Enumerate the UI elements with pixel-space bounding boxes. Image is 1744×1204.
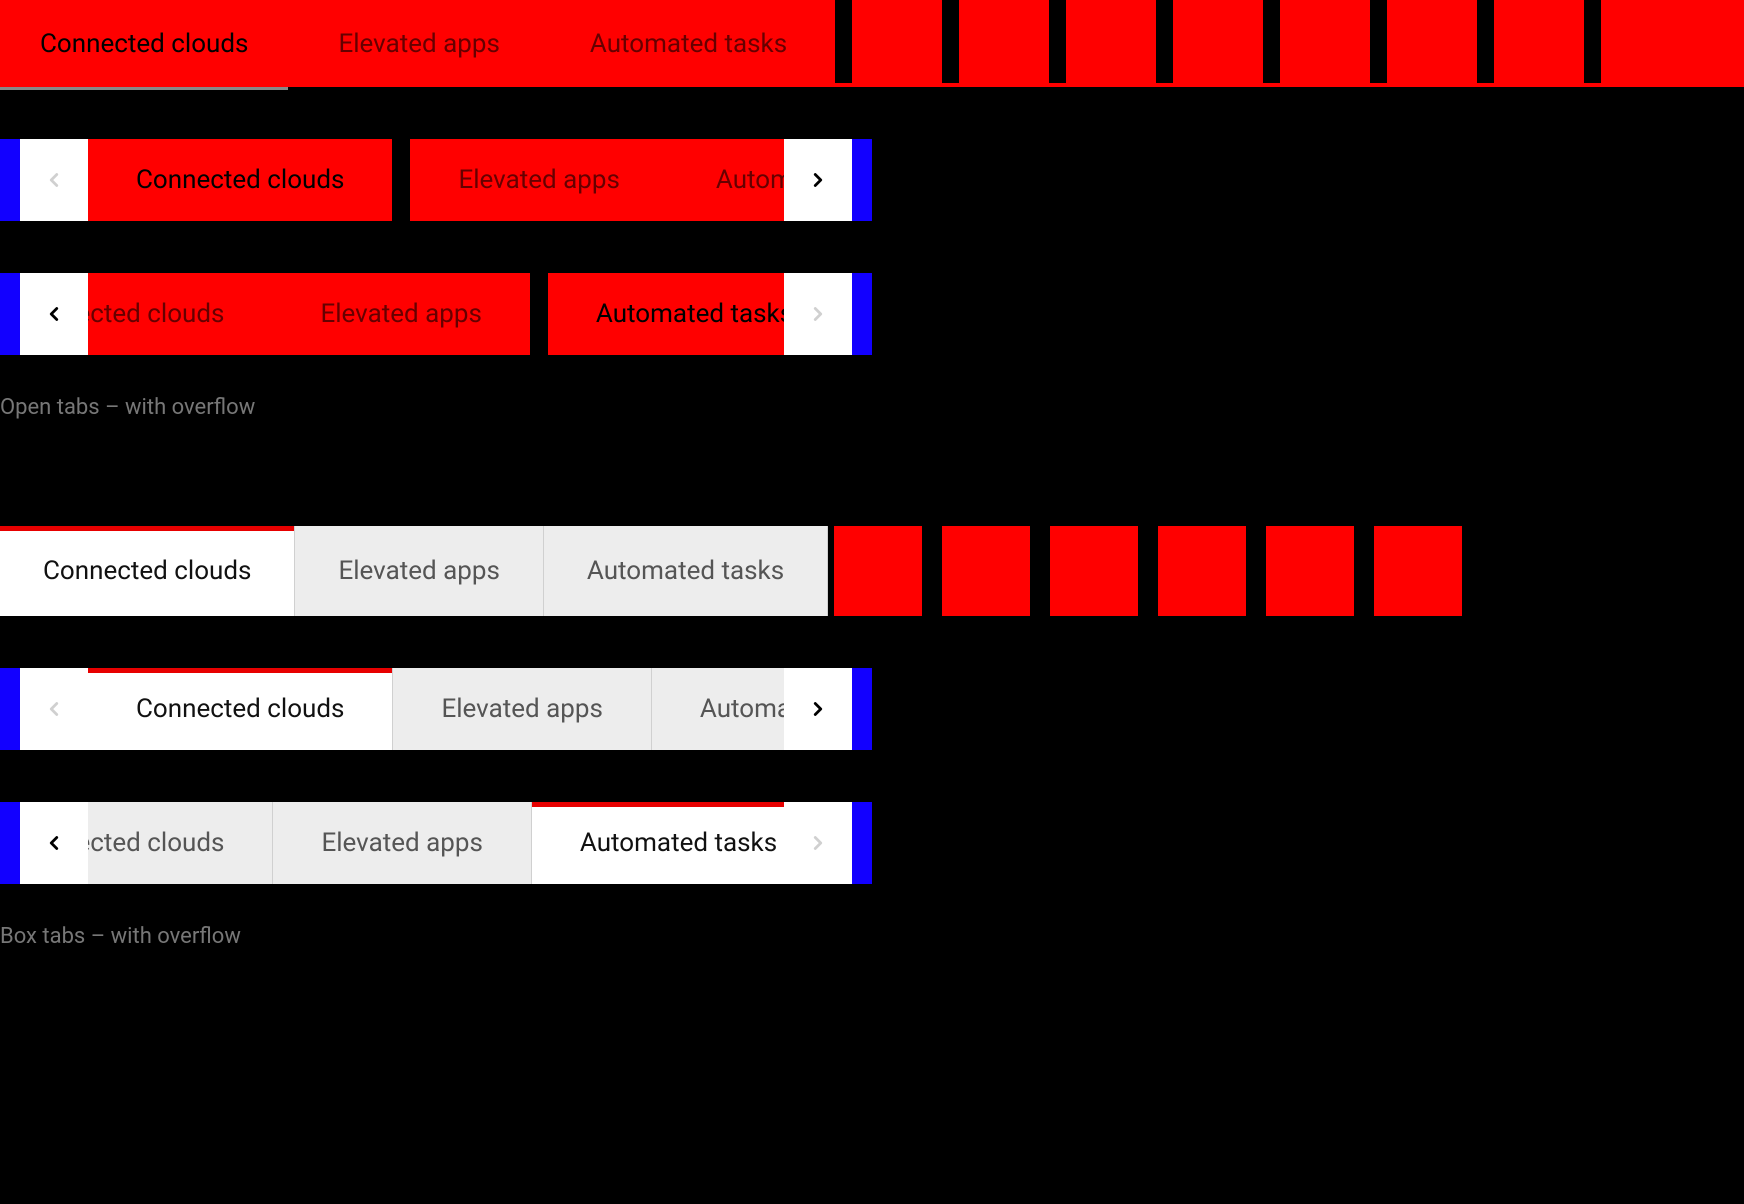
scroll-right-button[interactable] xyxy=(784,802,852,884)
tab-scroll-track: Connected clouds Elevated apps Automated… xyxy=(88,802,784,884)
tab-label: Elevated apps xyxy=(338,556,499,586)
decorative-seam xyxy=(392,139,410,221)
decorative-seam xyxy=(530,273,548,355)
box-tabs-scroller-start: Connected clouds Elevated apps Automated… xyxy=(0,668,872,750)
tab-label: Automated tasks xyxy=(580,828,777,858)
decorative-edge xyxy=(0,139,20,221)
scroll-left-button[interactable] xyxy=(20,668,88,750)
tab-scroll-track: Connected clouds Elevated apps Automated… xyxy=(88,273,784,355)
section-label-box-overflow: Box tabs – with overflow xyxy=(0,924,1744,949)
chevron-left-icon xyxy=(43,698,65,720)
tab-label: Elevated apps xyxy=(321,828,482,858)
tab-label: Automated tasks xyxy=(716,165,784,195)
boxtab-elevated-apps[interactable]: Elevated apps xyxy=(295,526,543,616)
tab-label: Connected clouds xyxy=(43,556,251,586)
boxtab-automated-tasks[interactable]: Automated tasks xyxy=(652,668,784,750)
tab-automated-tasks[interactable]: Automated tasks xyxy=(548,273,784,355)
chevron-right-icon xyxy=(807,303,829,325)
tab-label: Connected clouds xyxy=(88,828,224,858)
boxtab-connected-clouds[interactable]: Connected clouds xyxy=(88,668,393,750)
tab-connected-clouds[interactable]: Connected clouds xyxy=(88,139,392,221)
box-tabs-group: Connected clouds Elevated apps Automated… xyxy=(0,526,1744,616)
boxtab-elevated-apps[interactable]: Elevated apps xyxy=(393,668,651,750)
tab-label: Automated tasks xyxy=(590,29,787,59)
decorative-edge xyxy=(0,802,20,884)
open-tabs-group: Connected clouds Elevated apps Automated… xyxy=(0,0,1744,87)
tab-connected-clouds[interactable]: Connected clouds xyxy=(88,273,272,355)
scroll-left-button[interactable] xyxy=(20,802,88,884)
decorative-edge xyxy=(852,802,872,884)
open-tabs-scroller-start: Connected clouds Elevated apps Automated… xyxy=(0,139,872,221)
chevron-left-icon xyxy=(43,303,65,325)
boxtab-automated-tasks[interactable]: Automated tasks xyxy=(544,526,828,616)
tab-label: Connected clouds xyxy=(136,165,344,195)
tab-label: Automated tasks xyxy=(700,694,784,724)
tab-automated-tasks[interactable]: Automated tasks xyxy=(668,139,784,221)
boxtab-connected-clouds[interactable]: Connected clouds xyxy=(88,802,273,884)
tab-label: Elevated apps xyxy=(320,299,481,329)
tab-label: Elevated apps xyxy=(441,694,602,724)
tab-elevated-apps[interactable]: Elevated apps xyxy=(298,0,539,87)
chevron-right-icon xyxy=(807,169,829,191)
tab-label: Connected clouds xyxy=(40,29,248,59)
tab-label: Elevated apps xyxy=(458,165,619,195)
tab-elevated-apps[interactable]: Elevated apps xyxy=(272,273,529,355)
tab-label: Connected clouds xyxy=(88,299,224,329)
decorative-edge xyxy=(852,139,872,221)
tab-connected-clouds[interactable]: Connected clouds xyxy=(0,0,288,87)
box-tabs-scroller-end: Connected clouds Elevated apps Automated… xyxy=(0,802,872,884)
open-tabs-scroller-end: Connected clouds Elevated apps Automated… xyxy=(0,273,872,355)
decorative-edge xyxy=(852,273,872,355)
tab-label: Automated tasks xyxy=(587,556,784,586)
chevron-right-icon xyxy=(807,698,829,720)
boxtab-elevated-apps[interactable]: Elevated apps xyxy=(273,802,531,884)
tab-scroll-track: Connected clouds Elevated apps Automated… xyxy=(88,139,784,221)
chevron-right-icon xyxy=(807,832,829,854)
tab-scroll-track: Connected clouds Elevated apps Automated… xyxy=(88,668,784,750)
scroll-right-button[interactable] xyxy=(784,668,852,750)
scroll-left-button[interactable] xyxy=(20,273,88,355)
decorative-edge xyxy=(0,273,20,355)
decorative-edge xyxy=(0,668,20,750)
scroll-right-button[interactable] xyxy=(784,139,852,221)
scroll-right-button[interactable] xyxy=(784,273,852,355)
boxtab-connected-clouds[interactable]: Connected clouds xyxy=(0,526,295,616)
boxtab-automated-tasks[interactable]: Automated tasks xyxy=(532,802,784,884)
tab-label: Elevated apps xyxy=(338,29,499,59)
decorative-edge xyxy=(852,668,872,750)
section-label-open-overflow: Open tabs – with overflow xyxy=(0,395,1744,420)
scroll-left-button[interactable] xyxy=(20,139,88,221)
chevron-left-icon xyxy=(43,169,65,191)
decorative-extras xyxy=(828,526,1462,616)
tab-automated-tasks[interactable]: Automated tasks xyxy=(550,0,827,87)
tab-label: Connected clouds xyxy=(136,694,344,724)
tab-elevated-apps[interactable]: Elevated apps xyxy=(410,139,667,221)
chevron-left-icon xyxy=(43,832,65,854)
tab-label: Automated tasks xyxy=(596,299,784,329)
